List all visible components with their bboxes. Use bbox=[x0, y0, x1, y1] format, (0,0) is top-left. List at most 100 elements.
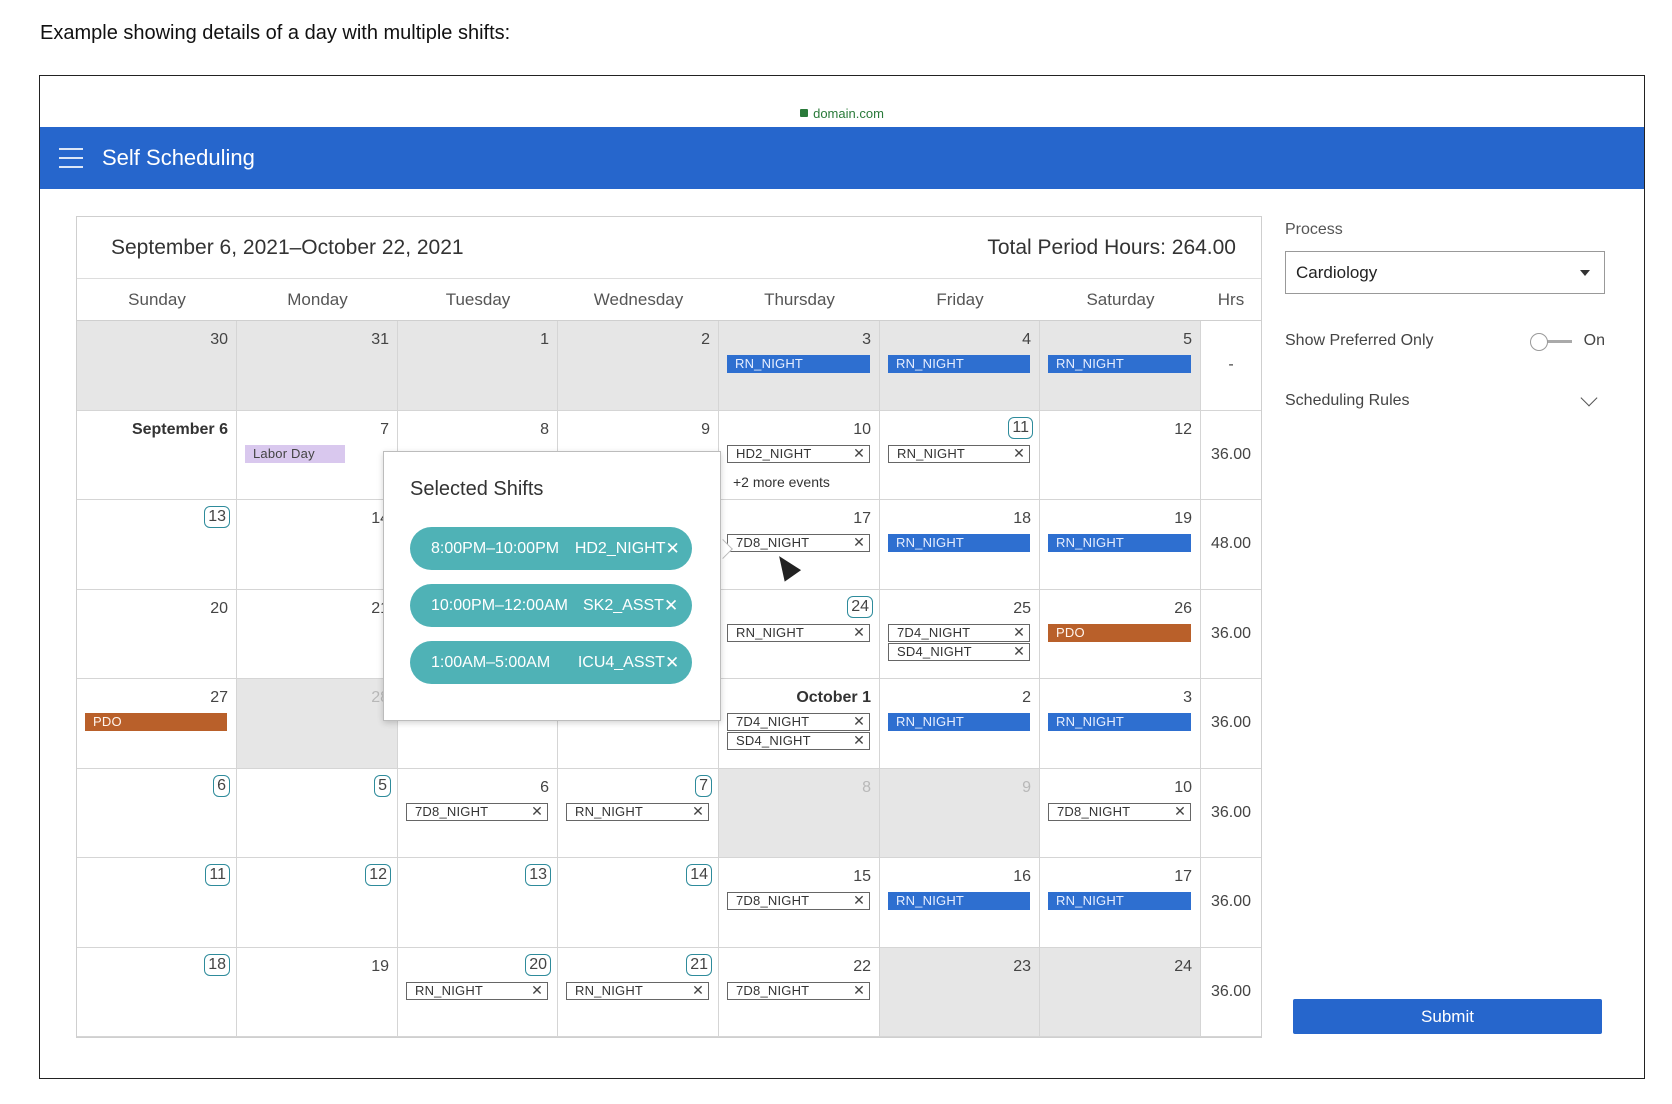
close-icon[interactable]: ✕ bbox=[853, 892, 865, 908]
day-cell[interactable]: 2 RN_NIGHT bbox=[880, 679, 1040, 769]
day-cell[interactable]: 2 bbox=[558, 321, 719, 411]
shift-chip[interactable]: SD4_NIGHT ✕ bbox=[888, 642, 1030, 661]
day-cell[interactable]: 18 bbox=[77, 947, 237, 1037]
close-icon[interactable]: ✕ bbox=[853, 624, 865, 640]
selected-shift-pill[interactable]: 1:00AM–5:00AM ICU4_ASST ✕ bbox=[410, 641, 692, 684]
shift-chip[interactable]: 7D8_NIGHT ✕ bbox=[727, 892, 870, 910]
shift-chip[interactable]: 7D4_NIGHT ✕ bbox=[727, 713, 870, 731]
shift-chip[interactable]: 7D8_NIGHT ✕ bbox=[727, 534, 870, 552]
shift-chip[interactable]: RN_NIGHT bbox=[888, 713, 1030, 731]
day-cell[interactable]: 3 RN_NIGHT bbox=[1040, 679, 1201, 769]
day-cell[interactable]: 23 bbox=[880, 947, 1040, 1037]
day-cell[interactable]: 16 RN_NIGHT bbox=[880, 858, 1040, 948]
day-cell[interactable]: 11 bbox=[77, 858, 237, 948]
day-cell[interactable]: October 1 7D4_NIGHT ✕ SD4_NIGHT ✕ bbox=[719, 679, 880, 769]
day-cell[interactable]: 21 RN_NIGHT ✕ bbox=[558, 947, 719, 1037]
scheduling-rules-expander[interactable]: Scheduling Rules bbox=[1285, 389, 1605, 410]
shift-chip[interactable]: RN_NIGHT ✕ bbox=[566, 981, 709, 1000]
shift-chip[interactable]: RN_NIGHT bbox=[1048, 534, 1191, 552]
close-icon[interactable]: ✕ bbox=[853, 732, 865, 748]
close-icon[interactable]: ✕ bbox=[853, 982, 865, 998]
show-preferred-toggle[interactable] bbox=[1529, 333, 1572, 351]
close-icon[interactable]: ✕ bbox=[665, 653, 692, 673]
day-cell[interactable]: 26 PDO bbox=[1040, 589, 1201, 679]
day-cell[interactable]: 19 bbox=[237, 947, 398, 1037]
close-icon[interactable]: ✕ bbox=[666, 539, 693, 559]
close-icon[interactable]: ✕ bbox=[692, 803, 704, 819]
close-icon[interactable]: ✕ bbox=[692, 982, 704, 998]
more-events-link[interactable]: +2 more events bbox=[733, 474, 830, 490]
day-cell[interactable]: 20 bbox=[77, 589, 237, 679]
day-cell[interactable]: 8 bbox=[719, 768, 880, 858]
shift-chip[interactable]: RN_NIGHT bbox=[1048, 892, 1191, 910]
shift-chip[interactable]: RN_NIGHT ✕ bbox=[406, 981, 548, 1000]
day-cell[interactable]: 17 7D8_NIGHT ✕ bbox=[719, 500, 880, 590]
shift-chip[interactable]: SD4_NIGHT ✕ bbox=[727, 732, 870, 750]
day-cell[interactable]: 13 bbox=[77, 500, 237, 590]
selected-shift-pill[interactable]: 10:00PM–12:00AM SK2_ASST ✕ bbox=[410, 584, 692, 627]
close-icon[interactable]: ✕ bbox=[531, 982, 543, 998]
day-cell[interactable]: 18 RN_NIGHT bbox=[880, 500, 1040, 590]
shift-chip[interactable]: RN_NIGHT bbox=[888, 534, 1030, 552]
day-cell[interactable]: 21 bbox=[237, 589, 398, 679]
shift-chip[interactable]: RN_NIGHT ✕ bbox=[566, 802, 709, 821]
day-cell[interactable]: 5 RN_NIGHT bbox=[1040, 321, 1201, 411]
day-cell[interactable]: 27 PDO bbox=[77, 679, 237, 769]
day-cell[interactable]: 13 bbox=[398, 858, 558, 948]
day-cell[interactable]: 12 bbox=[237, 858, 398, 948]
day-cell[interactable]: 6 7D8_NIGHT ✕ bbox=[398, 768, 558, 858]
close-icon[interactable]: ✕ bbox=[1013, 643, 1025, 659]
address-bar[interactable]: domain.com bbox=[40, 106, 1644, 121]
day-cell[interactable]: 5 bbox=[237, 768, 398, 858]
process-select[interactable]: Cardiology bbox=[1285, 251, 1605, 294]
day-cell[interactable]: 10 7D8_NIGHT ✕ bbox=[1040, 768, 1201, 858]
selected-shift-pill[interactable]: 8:00PM–10:00PM HD2_NIGHT ✕ bbox=[410, 527, 692, 570]
close-icon[interactable]: ✕ bbox=[1013, 624, 1025, 640]
day-cell[interactable]: 10 HD2_NIGHT ✕ +2 more events bbox=[719, 410, 880, 500]
close-icon[interactable]: ✕ bbox=[853, 534, 865, 550]
day-cell[interactable]: 7 RN_NIGHT ✕ bbox=[558, 768, 719, 858]
shift-chip[interactable]: 7D8_NIGHT ✕ bbox=[727, 981, 870, 1000]
shift-chip[interactable]: RN_NIGHT ✕ bbox=[727, 623, 870, 642]
day-cell[interactable]: 20 RN_NIGHT ✕ bbox=[398, 947, 558, 1037]
close-icon[interactable]: ✕ bbox=[531, 803, 543, 819]
close-icon[interactable]: ✕ bbox=[853, 445, 865, 461]
shift-chip[interactable]: RN_NIGHT ✕ bbox=[888, 444, 1030, 463]
chevron-down-icon[interactable] bbox=[1580, 389, 1598, 407]
day-cell[interactable]: 12 bbox=[1040, 410, 1201, 500]
day-cell[interactable]: 19 RN_NIGHT bbox=[1040, 500, 1201, 590]
day-cell[interactable]: 7 Labor Day bbox=[237, 410, 398, 500]
shift-chip[interactable]: RN_NIGHT bbox=[1048, 355, 1191, 373]
day-cell[interactable]: 28 bbox=[237, 679, 398, 769]
day-cell[interactable]: 22 7D8_NIGHT ✕ bbox=[719, 947, 880, 1037]
day-cell[interactable]: 30 bbox=[77, 321, 237, 411]
day-cell[interactable]: 6 bbox=[77, 768, 237, 858]
day-cell[interactable]: 4 RN_NIGHT bbox=[880, 321, 1040, 411]
shift-chip[interactable]: PDO bbox=[1048, 623, 1191, 642]
close-icon[interactable]: ✕ bbox=[1174, 803, 1186, 819]
day-cell[interactable]: 11 RN_NIGHT ✕ bbox=[880, 410, 1040, 500]
day-cell[interactable]: 31 bbox=[237, 321, 398, 411]
day-cell[interactable]: 24 RN_NIGHT ✕ bbox=[719, 589, 880, 679]
day-cell[interactable]: 14 bbox=[237, 500, 398, 590]
shift-chip[interactable]: RN_NIGHT bbox=[888, 892, 1030, 910]
day-cell[interactable]: 17 RN_NIGHT bbox=[1040, 858, 1201, 948]
shift-chip[interactable]: 7D4_NIGHT ✕ bbox=[888, 623, 1030, 642]
day-cell[interactable]: 14 bbox=[558, 858, 719, 948]
shift-chip[interactable]: RN_NIGHT bbox=[727, 355, 870, 373]
day-cell[interactable]: 25 7D4_NIGHT ✕ SD4_NIGHT ✕ bbox=[880, 589, 1040, 679]
close-icon[interactable]: ✕ bbox=[853, 713, 865, 729]
day-cell[interactable]: 24 bbox=[1040, 947, 1201, 1037]
hamburger-menu-icon[interactable] bbox=[59, 148, 83, 168]
day-cell[interactable]: 1 bbox=[398, 321, 558, 411]
shift-chip[interactable]: RN_NIGHT bbox=[1048, 713, 1191, 731]
day-cell[interactable]: 15 7D8_NIGHT ✕ bbox=[719, 858, 880, 948]
shift-chip[interactable]: HD2_NIGHT ✕ bbox=[727, 444, 870, 463]
shift-chip[interactable]: 7D8_NIGHT ✕ bbox=[406, 802, 548, 821]
close-icon[interactable]: ✕ bbox=[664, 596, 692, 616]
day-cell[interactable]: 3 RN_NIGHT bbox=[719, 321, 880, 411]
shift-chip[interactable]: RN_NIGHT bbox=[888, 355, 1030, 373]
shift-chip[interactable]: 7D8_NIGHT ✕ bbox=[1048, 802, 1191, 821]
shift-chip[interactable]: PDO bbox=[85, 713, 227, 731]
day-cell[interactable]: September 6 bbox=[77, 410, 237, 500]
